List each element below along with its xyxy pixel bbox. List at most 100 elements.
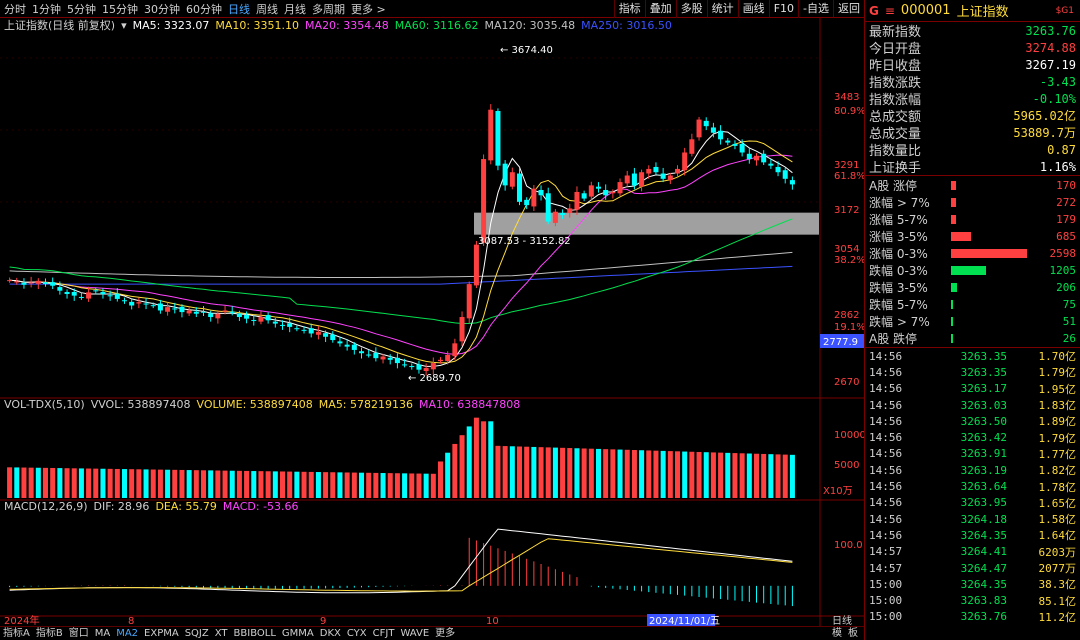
tick-time: 14:57	[869, 545, 903, 559]
candle	[86, 292, 92, 299]
indicator-tab[interactable]: SQJZ	[182, 627, 212, 640]
panel-tab[interactable]: 板	[845, 627, 861, 640]
candle	[21, 282, 27, 285]
price-axis-label: 3054	[834, 244, 859, 255]
tick-row: 15:00 3263.83 85.1亿	[865, 592, 1080, 608]
tick-time: 14:56	[869, 349, 903, 363]
volume-bar	[502, 446, 508, 498]
candle	[121, 300, 128, 302]
candle	[7, 280, 13, 282]
volume-bar	[416, 473, 422, 498]
indicator-tab[interactable]: 窗口	[66, 627, 92, 640]
chart-area[interactable]: ← 3674.40 ← 2689.70 3087.53 - 3152.82 3483 8…	[0, 18, 864, 626]
volume-bar	[538, 447, 544, 498]
period-tab[interactable]: 30分钟	[144, 1, 180, 17]
volume-bar	[639, 450, 645, 498]
volume-bar	[323, 472, 329, 498]
candle	[279, 324, 286, 326]
macd-legend: MACD(12,26,9) DIF: 28.96 DEA: 55.79 MACD: …	[4, 500, 299, 514]
index-name: 上证指数	[956, 5, 1009, 20]
indicator-tab[interactable]: CFJT	[370, 627, 398, 640]
volume-bar	[14, 467, 20, 498]
indicator-tab[interactable]: 指标A	[0, 627, 33, 640]
indicator-tab[interactable]: MA2	[113, 627, 141, 640]
volume-bar	[402, 473, 408, 498]
candle	[157, 303, 163, 311]
period-tab[interactable]: 月线	[284, 1, 306, 17]
toolbar-button[interactable]: 画线	[737, 0, 769, 18]
indicator-tab[interactable]: GMMA	[279, 627, 317, 640]
indicator-tab[interactable]: 指标B	[33, 627, 66, 640]
legend-item: MA250: 3016.50	[581, 19, 672, 32]
tick-price: 3263.17	[960, 382, 1007, 396]
indicator-tab[interactable]: MA	[92, 627, 113, 640]
volume-bar	[200, 470, 207, 498]
indicator-tab[interactable]: CYX	[344, 627, 370, 640]
toolbar-button[interactable]: 叠加	[644, 0, 676, 18]
indicator-tab[interactable]: WAVE	[397, 627, 432, 640]
candle	[473, 244, 479, 286]
quote-value: 3274.88	[1025, 40, 1076, 55]
candle	[524, 199, 530, 206]
tick-price: 3263.03	[960, 398, 1007, 412]
period-tab[interactable]: 多周期	[312, 1, 345, 17]
menu-icon[interactable]: ≡	[885, 4, 895, 18]
candle	[445, 354, 451, 362]
candle	[402, 364, 408, 366]
candle	[100, 292, 106, 294]
volume-bar	[725, 452, 731, 498]
volume-bar	[710, 452, 716, 498]
volume-bar	[186, 470, 192, 498]
period-tab[interactable]: 1分钟	[32, 1, 61, 17]
quote-row: 今日开盘 3274.88	[865, 39, 1080, 58]
price-axis-label: 3172	[834, 205, 859, 216]
tick-list[interactable]: 14:56 3263.35 1.70亿 14:56 3263.35 1.79亿 14:56 3…	[865, 347, 1080, 625]
distribution-row: 涨幅 0-3% 2598	[865, 245, 1080, 262]
panel-tab[interactable]: 模	[829, 627, 845, 640]
volume-bar	[380, 473, 386, 498]
period-tab[interactable]: 日线	[228, 1, 250, 17]
indicator-tab[interactable]: BBIBOLL	[231, 627, 279, 640]
tick-volume: 1.83亿	[1038, 399, 1077, 413]
date-tick: 2024年	[4, 614, 39, 626]
distribution-count: 179	[1056, 213, 1076, 226]
toolbar-button[interactable]: 指标	[613, 0, 645, 18]
tick-price: 3263.35	[960, 349, 1007, 363]
volume-bar	[64, 468, 70, 498]
candle	[208, 313, 214, 318]
period-tab[interactable]: 周线	[256, 1, 278, 17]
volume-bar	[588, 448, 594, 498]
volume-bar	[344, 472, 350, 498]
g-badge[interactable]: G	[869, 4, 879, 18]
quote-header: G ≡ 000001 上证指数 $G1	[865, 0, 1080, 22]
volume-bar	[732, 453, 738, 498]
toolbar-button[interactable]: 多股	[675, 0, 707, 18]
volume-bar	[459, 435, 465, 498]
indicator-tab[interactable]: 更多	[432, 627, 458, 640]
volume-bar	[114, 468, 120, 498]
kline-chart[interactable]: ← 3674.40 ← 2689.70 3087.53 - 3152.82 3483 8…	[0, 18, 864, 626]
volume-bar	[315, 472, 321, 498]
legend-toggle-icon[interactable]: ▾	[121, 19, 127, 33]
tick-row: 14:56 3263.19 1.82亿	[865, 462, 1080, 478]
quote-row: 最新指数 3263.76	[865, 22, 1080, 41]
toolbar-button[interactable]: F10	[768, 0, 798, 18]
quote-value: 5965.02亿	[1013, 109, 1076, 123]
volume-bar	[624, 449, 630, 498]
candle	[624, 175, 630, 184]
period-tab[interactable]: 60分钟	[186, 1, 222, 17]
indicator-tab[interactable]: XT	[212, 627, 231, 640]
period-tab[interactable]: 更多 >	[351, 1, 386, 17]
period-tab[interactable]: 5分钟	[67, 1, 96, 17]
candle	[423, 368, 429, 371]
period-tab[interactable]: 15分钟	[102, 1, 138, 17]
candle	[452, 343, 458, 357]
toolbar-button[interactable]: 返回	[833, 0, 864, 18]
toolbar-button[interactable]: 统计	[706, 0, 738, 18]
volume-axis-label: 10000	[834, 430, 864, 441]
candle	[595, 186, 602, 189]
indicator-tab[interactable]: EXPMA	[141, 627, 182, 640]
period-tab[interactable]: 分时	[4, 1, 26, 17]
toolbar-button[interactable]: -自选	[798, 0, 833, 18]
indicator-tab[interactable]: DKX	[317, 627, 344, 640]
